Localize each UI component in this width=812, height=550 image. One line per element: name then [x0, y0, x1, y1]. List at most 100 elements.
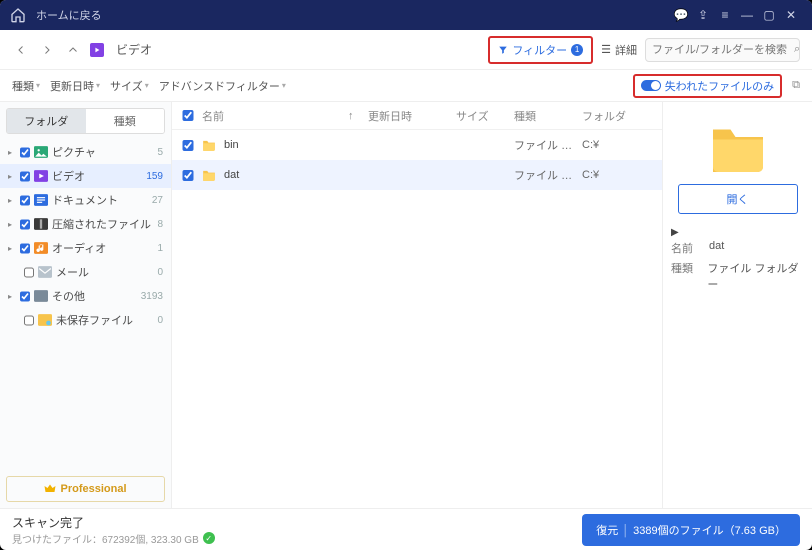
unsaved-icon [38, 314, 52, 326]
toggle-on-icon [641, 80, 661, 91]
filter-badge: 1 [571, 44, 583, 56]
col-modified[interactable]: 更新日時 [368, 108, 448, 124]
recover-label: 復元 [596, 525, 618, 537]
play-icon: ▶ [671, 227, 679, 238]
tree-label: ビデオ [52, 168, 142, 184]
tree-checkbox[interactable] [20, 147, 30, 158]
file-list-area: 名前 ↑ 更新日時 サイズ 種類 フォルダ bin ファイル フ… C:¥ [172, 102, 662, 508]
chevron-right-icon: ▸ [8, 148, 16, 157]
filter-kind[interactable]: 種類▾ [12, 78, 40, 94]
nav-up-button[interactable] [64, 41, 82, 59]
filter-advanced[interactable]: アドバンスドフィルター▾ [159, 78, 286, 94]
tree-label: メール [56, 264, 153, 280]
row-checkbox[interactable] [182, 170, 194, 181]
tree-item-others[interactable]: ▸ その他 3193 [0, 284, 171, 308]
file-row[interactable]: dat ファイル フ… C:¥ [172, 160, 662, 190]
info-key: 種類 [671, 260, 699, 292]
tree-item-archives[interactable]: ▸ 圧縮されたファイル 8 [0, 212, 171, 236]
location-label: ビデオ [116, 41, 152, 58]
info-value: ファイル フォルダー [707, 260, 804, 292]
row-checkbox[interactable] [182, 140, 194, 151]
tree-item-documents[interactable]: ▸ ドキュメント 27 [0, 188, 171, 212]
sort-arrow-icon[interactable]: ↑ [348, 110, 360, 122]
lost-files-only-toggle[interactable]: 失われたファイルのみ [633, 74, 782, 98]
preview-info: ▶ 名前 dat 種類 ファイル フォルダー [671, 226, 804, 294]
picture-icon [34, 146, 48, 158]
tree-count: 1 [157, 243, 163, 254]
info-name-row: 名前 dat [671, 238, 804, 258]
sidebar: フォルダ 種類 ▸ ピクチャ 5 ▸ ビデオ 159 [0, 102, 172, 508]
tab-type[interactable]: 種類 [86, 109, 165, 133]
feedback-icon[interactable]: 💬 [670, 8, 692, 22]
search-input[interactable] [652, 44, 794, 56]
info-key: 名前 [671, 240, 701, 256]
row-type: ファイル フ… [514, 167, 574, 183]
professional-button[interactable]: Professional [6, 476, 165, 502]
tree-label: その他 [52, 288, 137, 304]
crown-icon [44, 483, 56, 495]
back-home-link[interactable]: ホームに戻る [36, 7, 102, 23]
row-folder: C:¥ [582, 169, 652, 181]
tree-count: 3193 [141, 291, 163, 302]
audio-icon [34, 242, 48, 254]
nav-back-button[interactable] [12, 41, 30, 59]
funnel-icon [498, 45, 508, 55]
open-button[interactable]: 開く [678, 184, 798, 214]
document-icon [34, 194, 48, 206]
folder-icon [202, 139, 216, 151]
tree-checkbox[interactable] [20, 219, 30, 230]
chevron-right-icon: ▸ [8, 220, 16, 229]
select-all-checkbox[interactable] [182, 110, 194, 121]
detail-view-button[interactable]: ☰ 詳細 [601, 42, 637, 58]
chevron-right-icon: ▸ [8, 244, 16, 253]
file-row[interactable]: bin ファイル フ… C:¥ [172, 130, 662, 160]
menu-icon[interactable]: ≡ [714, 8, 736, 22]
chevron-right-icon: ▸ [8, 292, 16, 301]
row-name: bin [224, 139, 360, 151]
close-button[interactable]: ✕ [780, 8, 802, 22]
tree-checkbox[interactable] [20, 243, 30, 254]
mail-icon [38, 266, 52, 278]
recover-button[interactable]: 復元│3389個のファイル（7.63 GB） [582, 514, 800, 546]
toolbar: ビデオ フィルター 1 ☰ 詳細 ⌕ [0, 30, 812, 70]
tree-checkbox[interactable] [24, 267, 34, 278]
filter-bar: 種類▾ 更新日時▾ サイズ▾ アドバンスドフィルター▾ 失われたファイルのみ ⧉ [0, 70, 812, 102]
filter-label: フィルター [512, 42, 567, 58]
filter-button[interactable]: フィルター 1 [488, 36, 593, 64]
filter-settings-icon[interactable]: ⧉ [792, 79, 800, 92]
filter-modified[interactable]: 更新日時▾ [50, 78, 100, 94]
filter-size[interactable]: サイズ▾ [110, 78, 149, 94]
minimize-button[interactable]: — [736, 8, 758, 22]
tree-item-mail[interactable]: メール 0 [0, 260, 171, 284]
maximize-button[interactable]: ▢ [758, 8, 780, 22]
location-video-icon [90, 43, 104, 57]
tree-count: 0 [157, 267, 163, 278]
search-box[interactable]: ⌕ [645, 38, 800, 62]
tree-item-video[interactable]: ▸ ビデオ 159 [0, 164, 171, 188]
col-type[interactable]: 種類 [514, 108, 574, 124]
tree-checkbox[interactable] [20, 291, 30, 302]
col-folder[interactable]: フォルダ [582, 108, 652, 124]
tree-checkbox[interactable] [20, 195, 30, 206]
tree-item-audio[interactable]: ▸ オーディオ 1 [0, 236, 171, 260]
tree-label: ドキュメント [52, 192, 148, 208]
tree-count: 5 [157, 147, 163, 158]
info-value: dat [709, 240, 724, 256]
column-header: 名前 ↑ 更新日時 サイズ 種類 フォルダ [172, 102, 662, 130]
status-bar: スキャン完了 見つけたファイル：672392個, 323.30 GB ✓ 復元│… [0, 508, 812, 550]
tree-item-unsaved[interactable]: 未保存ファイル 0 [0, 308, 171, 332]
detail-label: 詳細 [615, 42, 637, 58]
tree-count: 8 [157, 219, 163, 230]
col-size[interactable]: サイズ [456, 108, 506, 124]
nav-forward-button[interactable] [38, 41, 56, 59]
tree-checkbox[interactable] [20, 171, 30, 182]
row-type: ファイル フ… [514, 137, 574, 153]
main-area: フォルダ 種類 ▸ ピクチャ 5 ▸ ビデオ 159 [0, 102, 812, 508]
share-icon[interactable]: ⇪ [692, 8, 714, 22]
tree-item-pictures[interactable]: ▸ ピクチャ 5 [0, 140, 171, 164]
col-name[interactable]: 名前 [202, 108, 340, 124]
tree-checkbox[interactable] [24, 315, 34, 326]
tab-folder[interactable]: フォルダ [7, 109, 86, 133]
home-icon [10, 7, 26, 23]
recover-count: 3389個のファイル（7.63 GB） [633, 525, 786, 537]
